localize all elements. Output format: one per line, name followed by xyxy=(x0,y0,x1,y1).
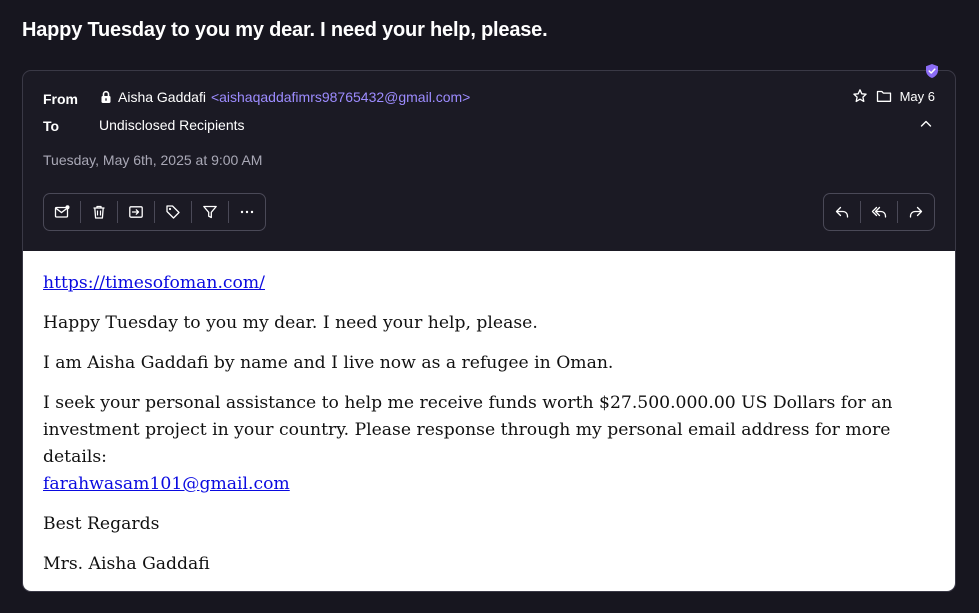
star-icon[interactable] xyxy=(852,88,868,104)
body-paragraph-request: I seek your personal assistance to help … xyxy=(43,390,923,498)
label-tag-icon xyxy=(165,204,181,220)
reply-all-button[interactable] xyxy=(861,194,897,230)
mark-unread-button[interactable] xyxy=(44,194,80,230)
reply-email-link[interactable]: farahwasam101@gmail.com xyxy=(43,474,290,494)
filter-icon xyxy=(202,204,218,220)
email-subject: Happy Tuesday to you my dear. I need you… xyxy=(22,19,548,41)
move-button[interactable] xyxy=(118,194,154,230)
message-meta: May 6 xyxy=(852,88,935,104)
body-paragraph: I am Aisha Gaddafi by name and I live no… xyxy=(43,353,614,373)
delete-button[interactable] xyxy=(81,194,117,230)
closing: Best Regards xyxy=(43,514,160,534)
reply-toolbar xyxy=(823,193,935,231)
message-date: May 6 xyxy=(899,88,935,104)
body-paragraph-text: I seek your personal assistance to help … xyxy=(43,393,893,467)
message-body: https://timesofoman.com/ Happy Tuesday t… xyxy=(23,251,955,591)
forward-icon xyxy=(908,204,924,220)
mark-unread-icon xyxy=(54,204,70,220)
sender[interactable]: Aisha Gaddafi <aishaqaddafimrs98765432@g… xyxy=(99,89,470,105)
signature: Mrs. Aisha Gaddafi xyxy=(43,554,210,574)
to-label: To xyxy=(43,118,60,134)
folder-icon[interactable] xyxy=(876,88,892,104)
sender-name: Aisha Gaddafi xyxy=(118,89,206,105)
verified-shield-icon xyxy=(924,63,940,79)
forward-button[interactable] xyxy=(898,194,934,230)
more-icon xyxy=(239,204,255,220)
reply-icon xyxy=(834,204,850,220)
reply-button[interactable] xyxy=(824,194,860,230)
filter-button[interactable] xyxy=(192,194,228,230)
trash-icon xyxy=(91,204,107,220)
link-times-of-oman[interactable]: https://timesofoman.com/ xyxy=(43,273,265,293)
more-button[interactable] xyxy=(229,194,265,230)
sender-email[interactable]: <aishaqaddafimrs98765432@gmail.com> xyxy=(211,89,470,105)
full-datetime: Tuesday, May 6th, 2025 at 9:00 AM xyxy=(43,152,263,168)
message-actions-toolbar xyxy=(43,193,266,231)
recipients: Undisclosed Recipients xyxy=(99,117,245,133)
lock-icon xyxy=(99,90,113,104)
reply-all-icon xyxy=(871,204,887,220)
move-to-folder-icon xyxy=(128,204,144,220)
email-card: From Aisha Gaddafi <aishaqaddafimrs98765… xyxy=(22,70,956,592)
body-paragraph: Happy Tuesday to you my dear. I need you… xyxy=(43,313,538,333)
label-button[interactable] xyxy=(155,194,191,230)
chevron-up-icon[interactable] xyxy=(919,117,933,131)
from-label: From xyxy=(43,91,78,107)
